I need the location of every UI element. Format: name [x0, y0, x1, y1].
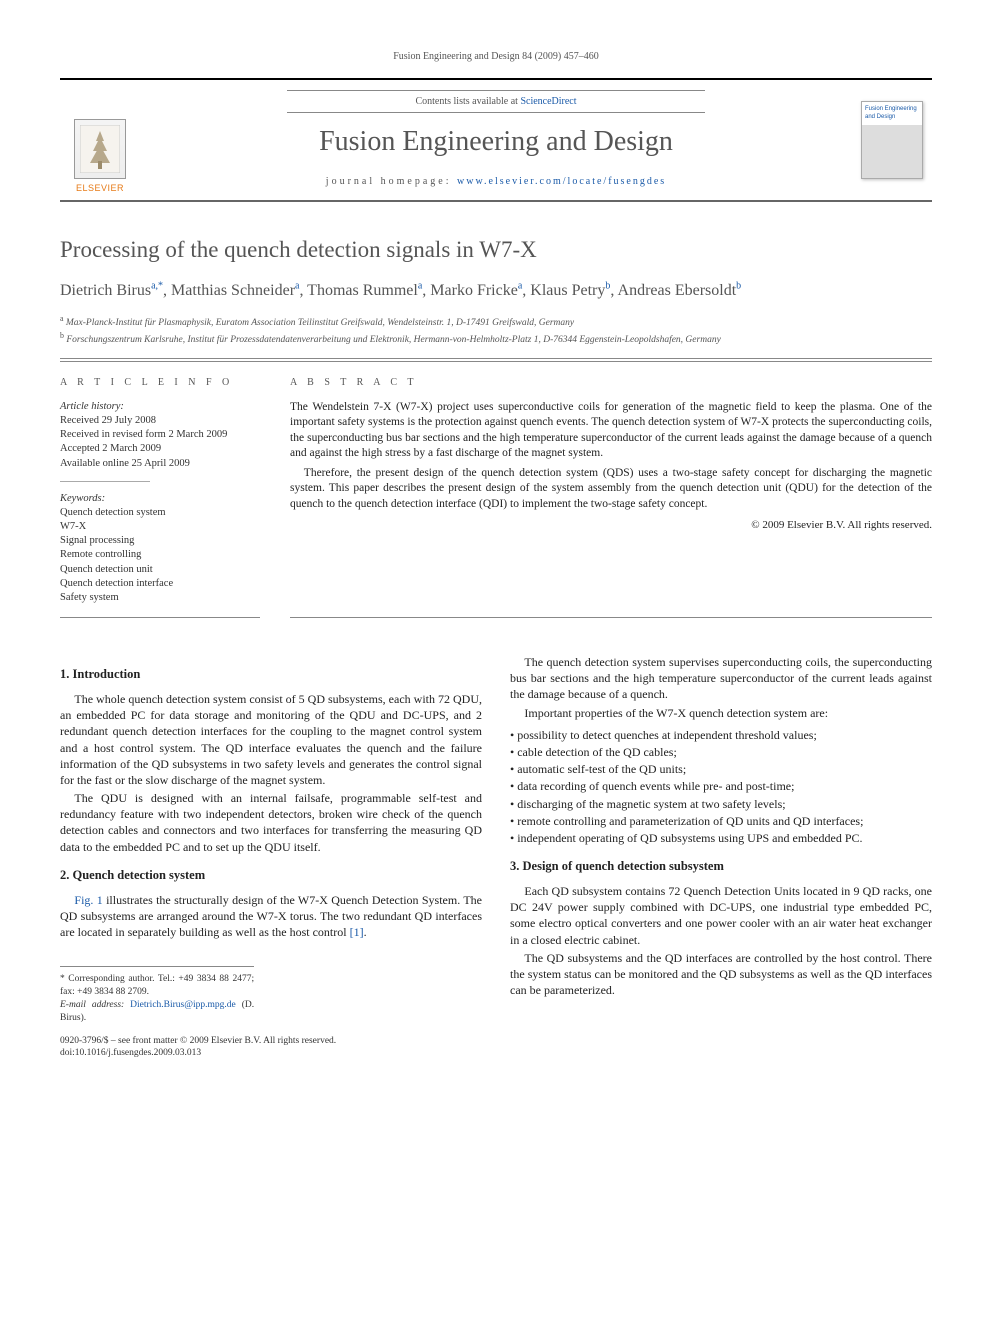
- citation-reference[interactable]: [1]: [350, 925, 364, 939]
- doi-line: doi:10.1016/j.fusengdes.2009.03.013: [60, 1047, 482, 1060]
- divider: [60, 358, 932, 359]
- abstract-copyright: © 2009 Elsevier B.V. All rights reserved…: [290, 518, 932, 533]
- history-online: Available online 25 April 2009: [60, 457, 260, 471]
- article-body: 1. Introduction The whole quench detecti…: [60, 654, 932, 1060]
- affiliations: a Max-Planck-Institut für Plasmaphysik, …: [60, 313, 932, 349]
- list-item: possibility to detect quenches at indepe…: [521, 727, 932, 743]
- body-paragraph: The QD subsystems and the QD interfaces …: [510, 950, 932, 999]
- running-head: Fusion Engineering and Design 84 (2009) …: [60, 50, 932, 64]
- keyword: Quench detection unit: [60, 563, 260, 577]
- elsevier-tree-icon: [74, 119, 126, 179]
- keyword: W7-X: [60, 520, 260, 534]
- article-info-column: A R T I C L E I N F O Article history: R…: [60, 376, 260, 618]
- keyword: Remote controlling: [60, 548, 260, 562]
- figure-reference[interactable]: Fig. 1: [74, 893, 102, 907]
- issn-line: 0920-3796/$ – see front matter © 2009 El…: [60, 1035, 482, 1048]
- article-history-label: Article history:: [60, 400, 260, 414]
- list-item: discharging of the magnetic system at tw…: [521, 796, 932, 812]
- section-heading-qds: 2. Quench detection system: [60, 867, 482, 884]
- body-paragraph: The quench detection system supervises s…: [510, 654, 932, 703]
- sciencedirect-link[interactable]: ScienceDirect: [520, 96, 576, 107]
- journal-masthead: ELSEVIER Contents lists available at Sci…: [60, 78, 932, 203]
- homepage-prefix: journal homepage:: [326, 176, 457, 187]
- properties-list: possibility to detect quenches at indepe…: [510, 727, 932, 846]
- section-heading-introduction: 1. Introduction: [60, 666, 482, 683]
- abstract-column: A B S T R A C T The Wendelstein 7-X (W7-…: [290, 376, 932, 618]
- body-text: illustrates the structurally design of t…: [60, 893, 482, 939]
- keywords-label: Keywords:: [60, 492, 260, 506]
- body-text: .: [364, 925, 367, 939]
- list-item: automatic self-test of the QD units;: [521, 761, 932, 777]
- email-label: E-mail address:: [60, 1000, 130, 1010]
- list-item: independent operating of QD subsystems u…: [521, 830, 932, 846]
- divider: [60, 481, 150, 482]
- abstract-paragraph: Therefore, the present design of the que…: [290, 466, 932, 513]
- affiliation-a: a Max-Planck-Institut für Plasmaphysik, …: [60, 313, 932, 331]
- history-accepted: Accepted 2 March 2009: [60, 442, 260, 456]
- journal-cover-thumb: Fusion Engineering and Design: [861, 101, 923, 179]
- article-title: Processing of the quench detection signa…: [60, 234, 932, 265]
- abstract-head: A B S T R A C T: [290, 376, 932, 390]
- keyword: Quench detection system: [60, 506, 260, 520]
- body-paragraph: Important properties of the W7-X quench …: [510, 705, 932, 721]
- body-paragraph: Each QD subsystem contains 72 Quench Det…: [510, 883, 932, 948]
- fine-print: 0920-3796/$ – see front matter © 2009 El…: [60, 1035, 482, 1061]
- publisher-name: ELSEVIER: [76, 182, 124, 194]
- publisher-logo-block: ELSEVIER: [60, 80, 140, 201]
- section-heading-subsystem: 3. Design of quench detection subsystem: [510, 858, 932, 875]
- corresponding-author-line: * Corresponding author. Tel.: +49 3834 8…: [60, 973, 254, 999]
- contents-prefix: Contents lists available at: [415, 96, 520, 107]
- affiliation-b: b Forschungszentrum Karlsruhe, Institut …: [60, 330, 932, 348]
- contents-available-line: Contents lists available at ScienceDirec…: [287, 90, 705, 114]
- body-paragraph: The whole quench detection system consis…: [60, 691, 482, 788]
- keyword: Safety system: [60, 591, 260, 605]
- history-revised: Received in revised form 2 March 2009: [60, 428, 260, 442]
- affiliation-text: Max-Planck-Institut für Plasmaphysik, Eu…: [66, 318, 574, 328]
- journal-homepage-line: journal homepage: www.elsevier.com/locat…: [148, 175, 844, 189]
- article-info-head: A R T I C L E I N F O: [60, 376, 260, 390]
- journal-cover-block: Fusion Engineering and Design: [852, 80, 932, 201]
- corresponding-author-footnote: * Corresponding author. Tel.: +49 3834 8…: [60, 966, 254, 1024]
- journal-homepage-link[interactable]: www.elsevier.com/locate/fusengdes: [457, 176, 666, 187]
- list-item: remote controlling and parameterization …: [521, 813, 932, 829]
- keyword: Quench detection interface: [60, 577, 260, 591]
- list-item: cable detection of the QD cables;: [521, 744, 932, 760]
- author-list: Dietrich Birusa,*, Matthias Schneidera, …: [60, 279, 932, 302]
- list-item: data recording of quench events while pr…: [521, 778, 932, 794]
- keyword: Signal processing: [60, 534, 260, 548]
- body-paragraph: Fig. 1 illustrates the structurally desi…: [60, 892, 482, 941]
- history-received: Received 29 July 2008: [60, 414, 260, 428]
- author-email-link[interactable]: Dietrich.Birus@ipp.mpg.de: [130, 1000, 236, 1010]
- abstract-paragraph: The Wendelstein 7-X (W7-X) project uses …: [290, 400, 932, 462]
- body-paragraph: The QDU is designed with an internal fai…: [60, 790, 482, 855]
- affiliation-text: Forschungszentrum Karlsruhe, Institut fü…: [66, 336, 720, 346]
- journal-title: Fusion Engineering and Design: [148, 123, 844, 161]
